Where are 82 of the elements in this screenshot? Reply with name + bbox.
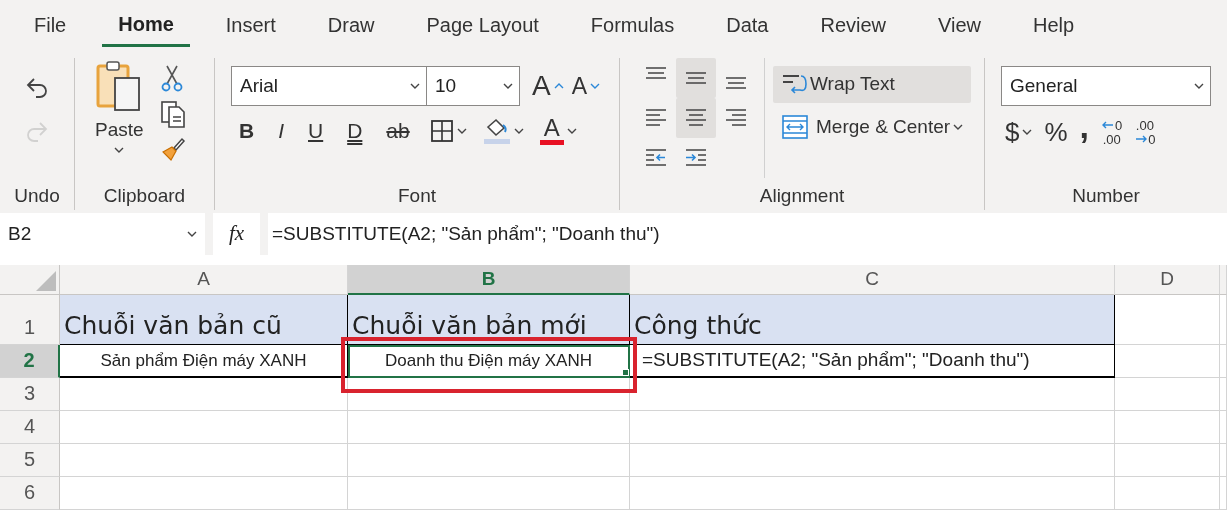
align-top-icon: [644, 66, 668, 80]
ribbon-tab[interactable]: View: [922, 5, 998, 45]
paste-button[interactable]: Paste: [91, 58, 148, 186]
table-cell[interactable]: Công thức: [630, 295, 1115, 345]
merge-cells-icon: [781, 113, 809, 140]
grid-icon: [429, 118, 454, 143]
strikethrough-button[interactable]: ab: [378, 118, 418, 143]
ribbon-tab[interactable]: Review: [804, 5, 903, 45]
comma-style-button[interactable]: ,: [1075, 114, 1094, 151]
column-header[interactable]: [1220, 265, 1227, 295]
select-all-icon: [36, 271, 56, 291]
caret-icon: [1022, 129, 1033, 136]
redo-icon: [24, 120, 50, 144]
copy-icon: [159, 100, 186, 128]
caret-icon: [1194, 83, 1204, 89]
align-bottom-icon: [724, 76, 748, 90]
paint-bucket-icon: [482, 116, 511, 145]
percent-button[interactable]: %: [1040, 117, 1072, 148]
row-header[interactable]: 5: [0, 444, 60, 477]
table-cell[interactable]: Sản phẩm Điện máy XANH: [60, 345, 348, 378]
caret-icon: [187, 231, 197, 237]
left-arrow-icon: [1101, 121, 1116, 130]
ribbon-tab[interactable]: Data: [710, 5, 785, 45]
ribbon-tab[interactable]: Page Layout: [410, 5, 555, 45]
grow-font-button[interactable]: A: [528, 70, 568, 102]
table-cell[interactable]: Chuỗi văn bản cũ: [60, 295, 348, 345]
column-header[interactable]: B: [348, 265, 630, 295]
ribbon-tab[interactable]: Formulas: [574, 5, 691, 45]
table-cell[interactable]: =SUBSTITUTE(A2; "Sản phẩm"; "Doanh thu"): [630, 345, 1115, 378]
name-box[interactable]: B2: [0, 213, 205, 255]
number-format-select[interactable]: General: [1001, 66, 1211, 106]
decrease-decimal-button[interactable]: .00 0: [1130, 116, 1160, 148]
underline-button[interactable]: U: [300, 118, 332, 143]
ribbon-tab[interactable]: File: [18, 5, 83, 45]
column-header[interactable]: C: [630, 265, 1115, 295]
column-header[interactable]: A: [60, 265, 348, 295]
formula-input[interactable]: =SUBSTITUTE(A2; "Sản phẩm"; "Doanh thu"): [268, 213, 1227, 255]
double-underline-button[interactable]: D: [339, 118, 371, 143]
group-label: Number: [1071, 185, 1141, 209]
column-header[interactable]: D: [1115, 265, 1220, 295]
ribbon-tab[interactable]: Draw: [311, 5, 391, 45]
font-name-select[interactable]: Arial: [231, 66, 427, 106]
wrap-text-button[interactable]: Wrap Text: [773, 66, 972, 103]
scissors-icon: [159, 64, 184, 92]
caret-up-icon: [553, 83, 564, 89]
ribbon-tab[interactable]: Help: [1017, 5, 1091, 45]
row-header[interactable]: 1: [0, 295, 60, 345]
row-header[interactable]: 2: [0, 345, 60, 378]
currency-button[interactable]: $: [1001, 117, 1037, 148]
ribbon-tab[interactable]: Home: [102, 3, 190, 47]
caret-icon: [513, 127, 524, 134]
row-header[interactable]: 6: [0, 477, 60, 510]
group-label: Alignment: [758, 185, 846, 209]
align-middle-icon: [684, 71, 708, 85]
caret-icon: [566, 127, 577, 134]
table-cell[interactable]: Doanh thu Điện máy XANH: [348, 345, 630, 378]
group-label: Font: [397, 185, 437, 209]
group-label: Clipboard: [102, 185, 187, 209]
ribbon-tab[interactable]: Insert: [209, 5, 292, 45]
caret-icon: [953, 123, 964, 130]
caret-icon: [410, 83, 420, 89]
right-arrow-icon: [1134, 135, 1149, 144]
caret-icon: [114, 146, 125, 153]
caret-icon: [503, 83, 513, 89]
align-middle-button[interactable]: [676, 58, 716, 98]
font-size-select[interactable]: 10: [427, 66, 520, 106]
group-label: Undo: [13, 185, 61, 209]
caret-down-icon: [590, 83, 601, 89]
table-cell[interactable]: Chuỗi văn bản mới: [348, 295, 630, 345]
caret-icon: [456, 127, 467, 134]
row-header[interactable]: 3: [0, 378, 60, 411]
undo-icon: [24, 76, 50, 100]
fill-handle[interactable]: [622, 369, 629, 376]
italic-button[interactable]: I: [270, 118, 292, 143]
insert-function-button[interactable]: fx: [213, 213, 260, 255]
row-header[interactable]: 4: [0, 411, 60, 444]
shrink-font-button[interactable]: A: [567, 72, 605, 100]
increase-decimal-button[interactable]: 0 .00: [1097, 116, 1127, 148]
bold-button[interactable]: B: [231, 118, 263, 143]
align-center-button[interactable]: [676, 98, 716, 138]
font-color-button[interactable]: A: [535, 114, 581, 147]
merge-center-button[interactable]: Merge & Center: [773, 110, 972, 143]
